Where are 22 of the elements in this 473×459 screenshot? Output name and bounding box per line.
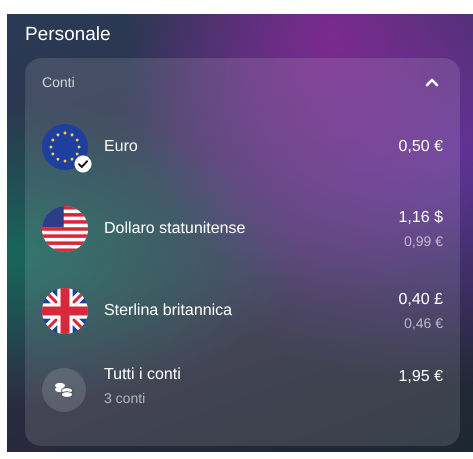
section-title: Personale: [25, 24, 112, 46]
account-balance: 0,40 £: [398, 291, 443, 309]
account-row[interactable]: Euro 0,50 €: [42, 106, 443, 188]
account-balance: 1,95 €: [398, 368, 443, 386]
account-balance: 1,16 $: [398, 209, 443, 227]
account-row[interactable]: Dollaro statunitense 1,16 $ 0,99 €: [42, 188, 443, 270]
account-name: Euro: [104, 138, 139, 156]
account-name: Sterlina britannica: [104, 302, 234, 320]
account-row[interactable]: Tutti i conti 3 conti 1,95 €: [42, 352, 443, 434]
coins-icon: [42, 368, 86, 412]
converted-balance: 0,46 €: [404, 315, 443, 331]
flag-icon: [42, 206, 88, 252]
flag-icon: [42, 124, 88, 170]
card-label: Conti: [42, 74, 75, 90]
account-balance: 0,50 €: [398, 138, 443, 156]
account-name: Tutti i conti: [104, 366, 182, 384]
converted-balance: 0,99 €: [404, 233, 443, 249]
account-count: 3 conti: [104, 390, 146, 406]
chevron-icon: [425, 77, 439, 87]
account-row[interactable]: Sterlina britannica 0,40 £ 0,46 €: [42, 270, 443, 352]
flag-icon: [42, 288, 88, 334]
account-name: Dollaro statunitense: [104, 220, 246, 238]
